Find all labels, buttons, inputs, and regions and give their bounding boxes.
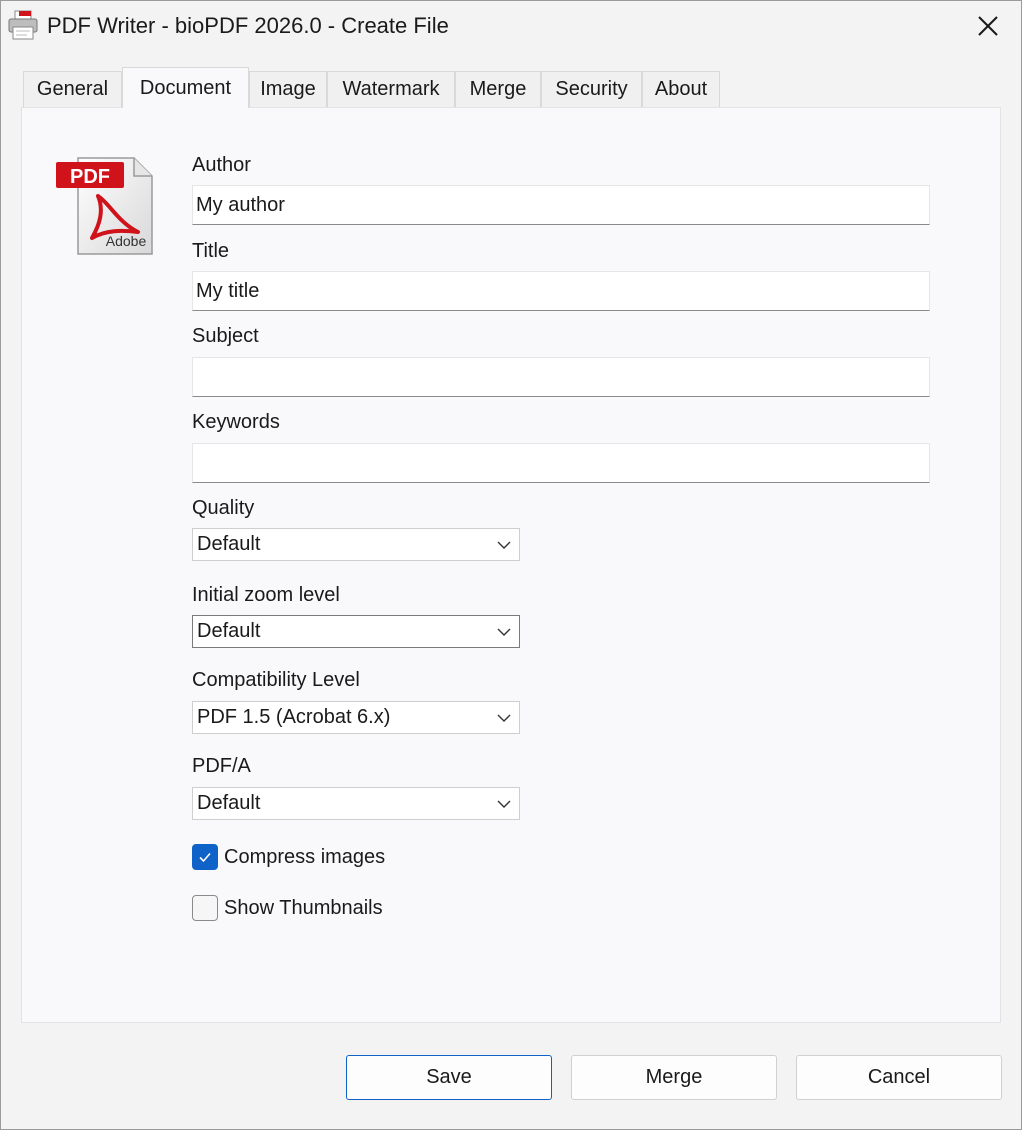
close-button[interactable] (955, 1, 1021, 51)
subject-label: Subject (192, 325, 259, 347)
cancel-button[interactable]: Cancel (796, 1055, 1002, 1100)
printer-pdf-icon (8, 10, 38, 40)
window-title: PDF Writer - bioPDF 2026.0 - Create File (47, 13, 449, 38)
zoom-label: Initial zoom level (192, 584, 340, 606)
tab-about[interactable]: About (642, 71, 720, 107)
zoom-selected-value: Default (197, 620, 261, 642)
compatibility-label: Compatibility Level (192, 669, 360, 691)
author-input[interactable] (192, 185, 930, 225)
chevron-down-icon (497, 541, 511, 549)
chevron-down-icon (497, 714, 511, 722)
compress-images-label: Compress images (224, 845, 386, 868)
chevron-down-icon (497, 628, 511, 636)
quality-selected-value: Default (197, 533, 261, 555)
tab-document[interactable]: Document (122, 67, 249, 108)
tab-image[interactable]: Image (249, 71, 327, 107)
merge-button[interactable]: Merge (571, 1055, 777, 1100)
tab-general[interactable]: General (23, 71, 122, 107)
checkmark-icon (199, 852, 211, 863)
compatibility-selected-value: PDF 1.5 (Acrobat 6.x) (197, 706, 391, 728)
author-label: Author (192, 154, 251, 176)
save-button[interactable]: Save (346, 1055, 552, 1100)
pdf-badge-text: PDF (70, 166, 110, 188)
keywords-input[interactable] (192, 443, 930, 483)
title-label: Title (192, 240, 230, 262)
adobe-text: Adobe (106, 233, 147, 249)
subject-input[interactable] (192, 357, 930, 397)
show-thumbnails-checkbox[interactable] (192, 895, 218, 921)
document-tab-panel: PDF Adobe Author Title Subject Keywords … (21, 107, 1001, 1023)
dialog-window: PDF Writer - bioPDF 2026.0 - Create File… (0, 0, 1022, 1130)
keywords-label: Keywords (192, 411, 280, 433)
quality-label: Quality (192, 497, 255, 519)
close-icon (978, 16, 998, 36)
chevron-down-icon (497, 800, 511, 808)
compress-images-checkbox-row[interactable]: Compress images (192, 844, 385, 870)
title-bar[interactable]: PDF Writer - bioPDF 2026.0 - Create File (1, 1, 1021, 53)
tab-watermark[interactable]: Watermark (327, 71, 455, 107)
show-thumbnails-label: Show Thumbnails (224, 896, 383, 919)
title-input[interactable] (192, 271, 930, 311)
compatibility-select[interactable]: PDF 1.5 (Acrobat 6.x) (192, 701, 520, 734)
compress-images-checkbox[interactable] (192, 844, 218, 870)
tab-strip: General Document Image Watermark Merge S… (23, 67, 1003, 108)
pdfa-select[interactable]: Default (192, 787, 520, 820)
pdfa-selected-value: Default (197, 792, 261, 814)
pdfa-label: PDF/A (192, 755, 251, 777)
tab-security[interactable]: Security (541, 71, 642, 107)
zoom-select[interactable]: Default (192, 615, 520, 648)
quality-select[interactable]: Default (192, 528, 520, 561)
adobe-pdf-file-icon: PDF Adobe (56, 157, 153, 255)
tab-merge[interactable]: Merge (455, 71, 541, 107)
show-thumbnails-checkbox-row[interactable]: Show Thumbnails (192, 895, 383, 921)
